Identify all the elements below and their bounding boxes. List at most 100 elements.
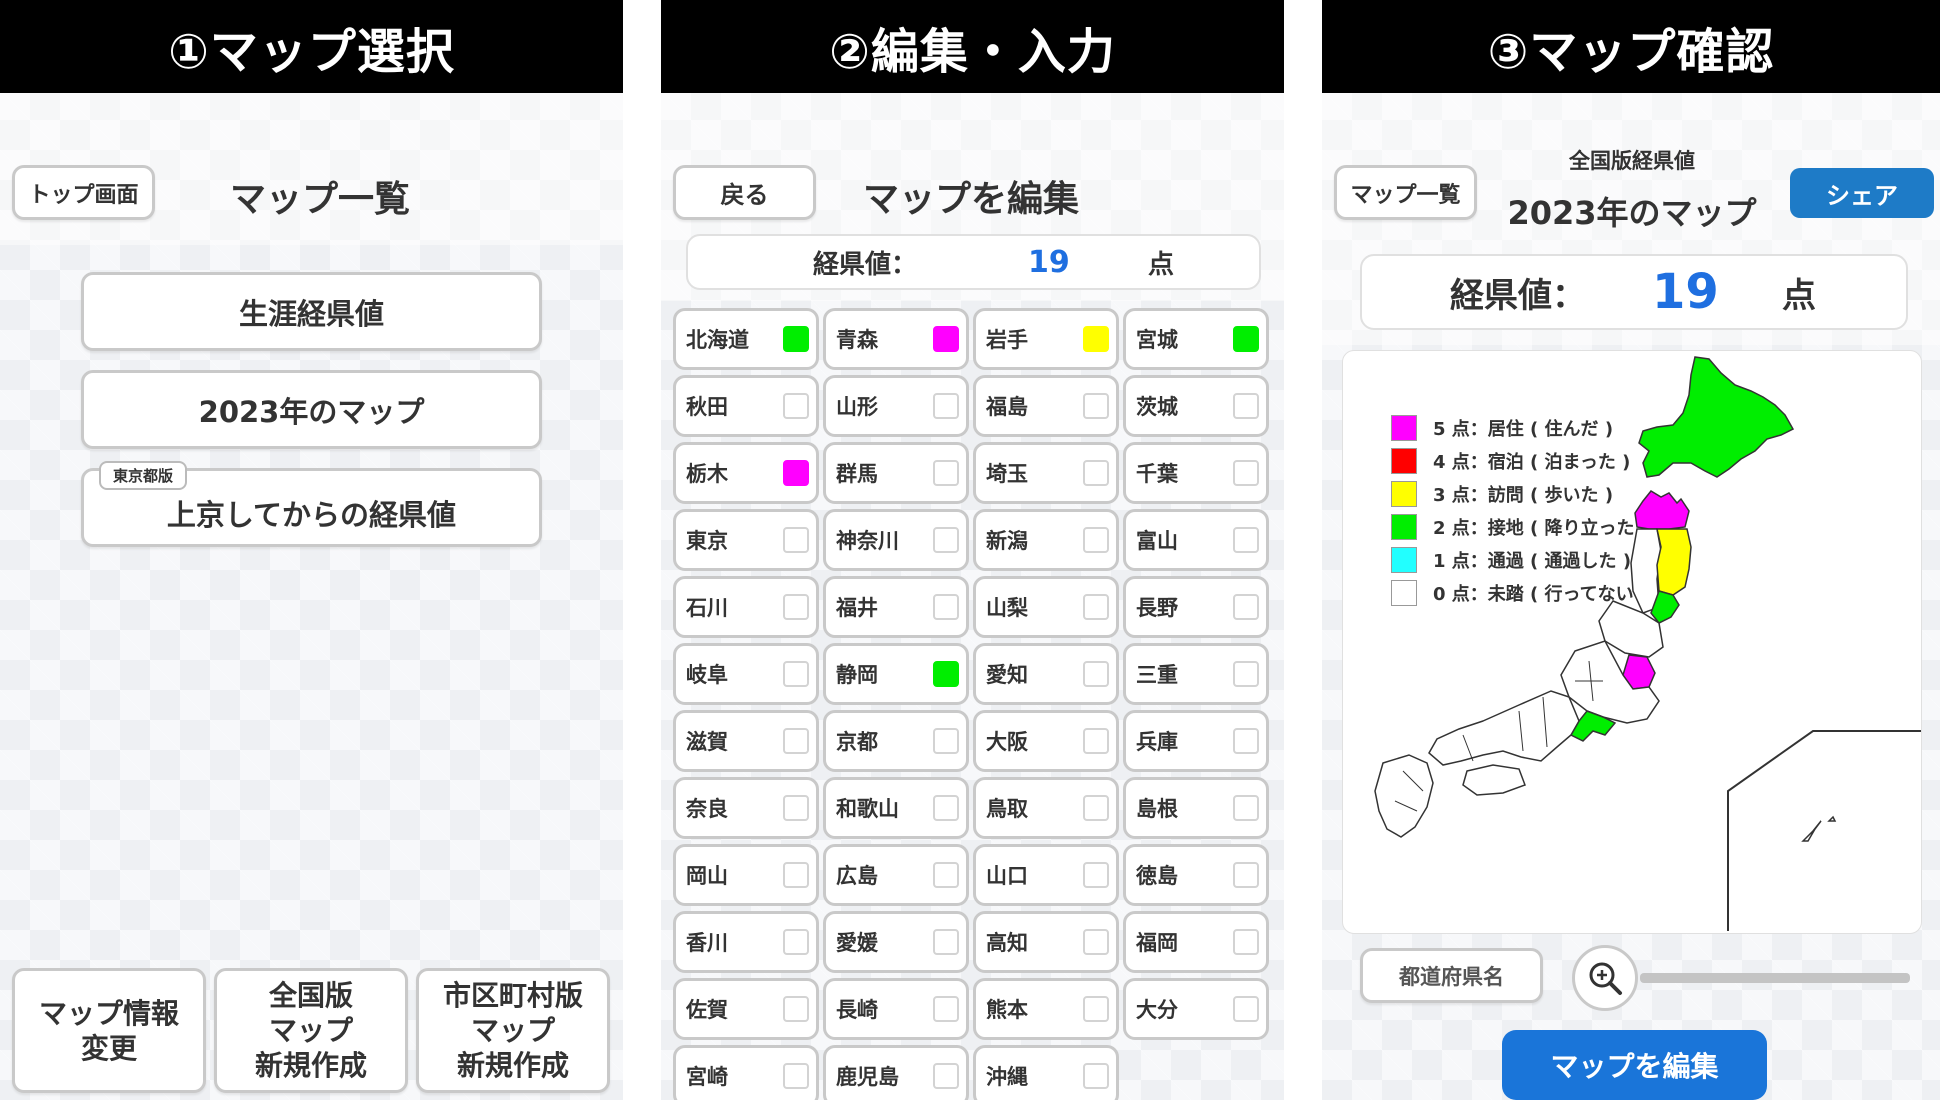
- prefecture-cell[interactable]: 香川: [673, 911, 819, 973]
- prefecture-status-checkbox[interactable]: [1083, 527, 1109, 553]
- prefecture-cell[interactable]: 熊本: [973, 978, 1119, 1040]
- prefecture-cell[interactable]: 和歌山: [823, 777, 969, 839]
- prefecture-status-checkbox[interactable]: [783, 527, 809, 553]
- prefecture-status-checkbox[interactable]: [933, 929, 959, 955]
- prefecture-status-checkbox[interactable]: [1233, 996, 1259, 1022]
- prefecture-status-checkbox[interactable]: [1233, 393, 1259, 419]
- prefecture-status-checkbox[interactable]: [1233, 326, 1259, 352]
- prefecture-cell[interactable]: 沖縄: [973, 1045, 1119, 1100]
- prefecture-status-checkbox[interactable]: [933, 326, 959, 352]
- prefecture-status-checkbox[interactable]: [783, 661, 809, 687]
- prefecture-cell[interactable]: 福井: [823, 576, 969, 638]
- prefecture-cell[interactable]: 兵庫: [1123, 710, 1269, 772]
- map-info-change-button[interactable]: マップ情報 変更: [12, 968, 206, 1093]
- prefecture-cell[interactable]: 長崎: [823, 978, 969, 1040]
- prefecture-status-checkbox[interactable]: [1083, 661, 1109, 687]
- prefecture-status-checkbox[interactable]: [783, 862, 809, 888]
- prefecture-cell[interactable]: 富山: [1123, 509, 1269, 571]
- top-screen-button[interactable]: トップ画面: [12, 165, 155, 220]
- prefecture-status-checkbox[interactable]: [783, 728, 809, 754]
- map-item-2023[interactable]: 2023年のマップ: [81, 370, 542, 449]
- prefecture-status-checkbox[interactable]: [933, 661, 959, 687]
- prefecture-status-checkbox[interactable]: [933, 594, 959, 620]
- prefecture-cell[interactable]: 北海道: [673, 308, 819, 370]
- prefecture-cell[interactable]: 大分: [1123, 978, 1269, 1040]
- prefecture-status-checkbox[interactable]: [1083, 728, 1109, 754]
- prefecture-name-button[interactable]: 都道府県名: [1360, 948, 1543, 1003]
- prefecture-status-checkbox[interactable]: [1233, 460, 1259, 486]
- prefecture-status-checkbox[interactable]: [1233, 795, 1259, 821]
- prefecture-cell[interactable]: 広島: [823, 844, 969, 906]
- prefecture-status-checkbox[interactable]: [933, 1063, 959, 1089]
- prefecture-status-checkbox[interactable]: [1083, 1063, 1109, 1089]
- prefecture-status-checkbox[interactable]: [1233, 862, 1259, 888]
- prefecture-status-checkbox[interactable]: [933, 527, 959, 553]
- prefecture-cell[interactable]: 徳島: [1123, 844, 1269, 906]
- prefecture-cell[interactable]: 京都: [823, 710, 969, 772]
- prefecture-status-checkbox[interactable]: [1083, 460, 1109, 486]
- prefecture-cell[interactable]: 長野: [1123, 576, 1269, 638]
- prefecture-status-checkbox[interactable]: [933, 460, 959, 486]
- map-list-button[interactable]: マップ一覧: [1334, 165, 1477, 220]
- prefecture-cell[interactable]: 宮崎: [673, 1045, 819, 1100]
- prefecture-status-checkbox[interactable]: [933, 996, 959, 1022]
- prefecture-cell[interactable]: 佐賀: [673, 978, 819, 1040]
- prefecture-status-checkbox[interactable]: [933, 728, 959, 754]
- prefecture-cell[interactable]: 青森: [823, 308, 969, 370]
- map-item-lifetime[interactable]: 生涯経県値: [81, 272, 542, 351]
- prefecture-status-checkbox[interactable]: [933, 862, 959, 888]
- prefecture-cell[interactable]: 福島: [973, 375, 1119, 437]
- prefecture-status-checkbox[interactable]: [783, 1063, 809, 1089]
- prefecture-cell[interactable]: 山形: [823, 375, 969, 437]
- prefecture-status-checkbox[interactable]: [783, 393, 809, 419]
- prefecture-status-checkbox[interactable]: [783, 460, 809, 486]
- prefecture-cell[interactable]: 福岡: [1123, 911, 1269, 973]
- prefecture-status-checkbox[interactable]: [933, 795, 959, 821]
- prefecture-cell[interactable]: 鹿児島: [823, 1045, 969, 1100]
- prefecture-status-checkbox[interactable]: [1233, 728, 1259, 754]
- prefecture-cell[interactable]: 千葉: [1123, 442, 1269, 504]
- prefecture-cell[interactable]: 三重: [1123, 643, 1269, 705]
- prefecture-status-checkbox[interactable]: [783, 929, 809, 955]
- prefecture-status-checkbox[interactable]: [783, 795, 809, 821]
- prefecture-status-checkbox[interactable]: [1083, 862, 1109, 888]
- prefecture-cell[interactable]: 群馬: [823, 442, 969, 504]
- new-national-map-button[interactable]: 全国版 マップ 新規作成: [214, 968, 408, 1093]
- japan-map-card[interactable]: 5 点：居住 ( 住んだ ) 4 点：宿泊 ( 泊まった ) 3 点：訪問 ( 歩い…: [1342, 350, 1922, 934]
- prefecture-cell[interactable]: 鳥取: [973, 777, 1119, 839]
- prefecture-status-checkbox[interactable]: [1083, 393, 1109, 419]
- prefecture-cell[interactable]: 石川: [673, 576, 819, 638]
- prefecture-cell[interactable]: 大阪: [973, 710, 1119, 772]
- prefecture-status-checkbox[interactable]: [783, 326, 809, 352]
- prefecture-cell[interactable]: 宮城: [1123, 308, 1269, 370]
- prefecture-status-checkbox[interactable]: [1233, 661, 1259, 687]
- share-button[interactable]: シェア: [1790, 168, 1934, 218]
- prefecture-cell[interactable]: 岐阜: [673, 643, 819, 705]
- prefecture-status-checkbox[interactable]: [1083, 795, 1109, 821]
- prefecture-cell[interactable]: 愛媛: [823, 911, 969, 973]
- prefecture-cell[interactable]: 栃木: [673, 442, 819, 504]
- prefecture-cell[interactable]: 高知: [973, 911, 1119, 973]
- prefecture-cell[interactable]: 秋田: [673, 375, 819, 437]
- prefecture-status-checkbox[interactable]: [1083, 326, 1109, 352]
- prefecture-status-checkbox[interactable]: [783, 594, 809, 620]
- prefecture-cell[interactable]: 山口: [973, 844, 1119, 906]
- prefecture-status-checkbox[interactable]: [933, 393, 959, 419]
- prefecture-cell[interactable]: 岡山: [673, 844, 819, 906]
- prefecture-status-checkbox[interactable]: [783, 996, 809, 1022]
- prefecture-cell[interactable]: 新潟: [973, 509, 1119, 571]
- edit-map-button[interactable]: マップを編集: [1502, 1030, 1767, 1100]
- prefecture-cell[interactable]: 静岡: [823, 643, 969, 705]
- prefecture-cell[interactable]: 東京: [673, 509, 819, 571]
- prefecture-cell[interactable]: 島根: [1123, 777, 1269, 839]
- prefecture-status-checkbox[interactable]: [1233, 929, 1259, 955]
- zoom-button[interactable]: [1572, 945, 1638, 1011]
- prefecture-cell[interactable]: 滋賀: [673, 710, 819, 772]
- zoom-slider-track[interactable]: [1640, 973, 1910, 983]
- prefecture-cell[interactable]: 奈良: [673, 777, 819, 839]
- back-button[interactable]: 戻る: [673, 165, 816, 220]
- prefecture-cell[interactable]: 茨城: [1123, 375, 1269, 437]
- prefecture-cell[interactable]: 岩手: [973, 308, 1119, 370]
- prefecture-status-checkbox[interactable]: [1083, 929, 1109, 955]
- prefecture-cell[interactable]: 神奈川: [823, 509, 969, 571]
